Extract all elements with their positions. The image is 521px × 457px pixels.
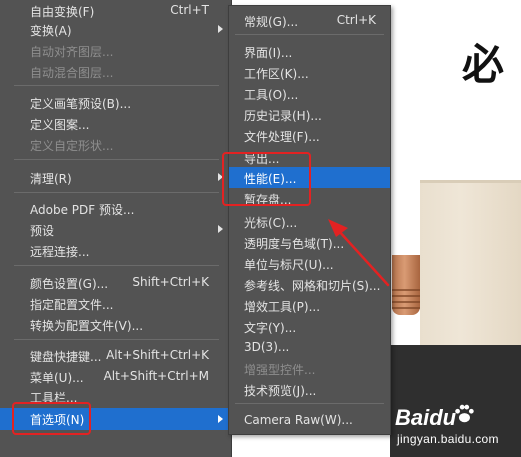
annotation-box-performance [222, 152, 311, 206]
menu-item-label: 增效工具(P)... [244, 300, 321, 314]
menu-item-define-pattern[interactable]: 定义图案... [0, 113, 231, 134]
watermark-url: jingyan.baidu.com [397, 432, 499, 446]
menu-item-shortcut: Alt+Shift+Ctrl+K [106, 348, 209, 362]
menu-item-menus[interactable]: 菜单(U)... Alt+Shift+Ctrl+M [0, 366, 231, 387]
submenu-item-general[interactable]: 常规(G)... Ctrl+K [229, 10, 390, 31]
menu-item-label: 历史记录(H)... [244, 109, 322, 123]
menu-separator [14, 265, 219, 266]
submenu-item-guides-grid-slices[interactable]: 参考线、网格和切片(S)... [229, 274, 390, 295]
menu-item-label: 参考线、网格和切片(S)... [244, 279, 381, 293]
menu-item-assign-profile[interactable]: 指定配置文件... [0, 293, 231, 314]
canvas-beige-area [420, 180, 521, 345]
menu-item-adobe-pdf-presets[interactable]: Adobe PDF 预设... [0, 198, 231, 219]
preferences-submenu: 常规(G)... Ctrl+K 界面(I)... 工作区(K)... 工具(O)… [228, 5, 391, 435]
submenu-item-history[interactable]: 历史记录(H)... [229, 104, 390, 125]
menu-item-define-brush[interactable]: 定义画笔预设(B)... [0, 92, 231, 113]
menu-item-label: 远程连接... [30, 245, 90, 259]
menu-separator [14, 85, 219, 86]
baidu-watermark: Baidu jingyan.baidu.com [395, 404, 513, 450]
submenu-item-transparency-gamut[interactable]: 透明度与色域(T)... [229, 232, 390, 253]
menu-item-label: 自动对齐图层... [30, 45, 114, 59]
submenu-item-file-handling[interactable]: 文件处理(F)... [229, 125, 390, 146]
menu-separator [14, 339, 219, 340]
menu-item-label: 文件处理(F)... [244, 130, 320, 144]
menu-separator [235, 34, 384, 35]
submenu-item-type[interactable]: 文字(Y)... [229, 316, 390, 337]
menu-item-transform[interactable]: 变换(A) [0, 19, 231, 40]
menu-item-label: Camera Raw(W)... [244, 413, 353, 427]
menu-item-label: 定义图案... [30, 118, 90, 132]
submenu-item-units-rulers[interactable]: 单位与标尺(U)... [229, 253, 390, 274]
menu-item-shortcut: Alt+Shift+Ctrl+M [103, 369, 209, 383]
menu-item-label: 常规(G)... [244, 15, 299, 29]
menu-item-label: 定义自定形状... [30, 139, 114, 153]
menu-item-remote-connections[interactable]: 远程连接... [0, 240, 231, 261]
paw-icon [455, 404, 474, 423]
menu-item-label: 菜单(U)... [30, 371, 84, 385]
menu-item-auto-blend-layers: 自动混合图层... [0, 61, 231, 82]
menu-item-define-custom-shape: 定义自定形状... [0, 134, 231, 155]
menu-item-label: 文字(Y)... [244, 321, 297, 335]
menu-item-label: 增强型控件... [244, 363, 316, 377]
menu-separator [14, 159, 219, 160]
menu-item-label: 工具(O)... [244, 88, 299, 102]
menu-separator [14, 192, 219, 193]
menu-separator [235, 403, 384, 404]
submenu-item-plugins[interactable]: 增效工具(P)... [229, 295, 390, 316]
pencil-image [392, 255, 420, 315]
canvas-white-area [420, 0, 521, 200]
menu-item-label: 界面(I)... [244, 46, 293, 60]
menu-item-label: 技术预览(J)... [244, 384, 317, 398]
menu-item-shortcut: Ctrl+T [170, 3, 209, 17]
menu-item-presets[interactable]: 预设 [0, 219, 231, 240]
menu-item-label: 颜色设置(G)... [30, 277, 109, 291]
menu-item-label: 3D(3)... [244, 340, 290, 354]
menu-item-label: 指定配置文件... [30, 298, 114, 312]
menu-item-label: 单位与标尺(U)... [244, 258, 334, 272]
submenu-arrow-icon [218, 225, 223, 233]
menu-item-label: 转换为配置文件(V)... [30, 319, 144, 333]
submenu-item-enhanced-controls: 增强型控件... [229, 358, 390, 379]
menu-item-label: 自由变换(F) [30, 5, 95, 19]
menu-item-free-transform[interactable]: 自由变换(F) Ctrl+T [0, 0, 231, 21]
menu-item-label: 清理(R) [30, 172, 72, 186]
menu-item-shortcut: Shift+Ctrl+K [132, 275, 209, 289]
submenu-item-workspace[interactable]: 工作区(K)... [229, 62, 390, 83]
submenu-item-interface[interactable]: 界面(I)... [229, 41, 390, 62]
menu-item-color-settings[interactable]: 颜色设置(G)... Shift+Ctrl+K [0, 272, 231, 293]
menu-item-label: 定义画笔预设(B)... [30, 97, 132, 111]
submenu-item-technology-previews[interactable]: 技术预览(J)... [229, 379, 390, 400]
menu-item-purge[interactable]: 清理(R) [0, 167, 231, 188]
menu-item-label: 键盘快捷键... [30, 350, 102, 364]
menu-item-label: Adobe PDF 预设... [30, 203, 135, 217]
menu-item-label: 自动混合图层... [30, 66, 114, 80]
menu-item-label: 光标(C)... [244, 216, 298, 230]
menu-item-convert-to-profile[interactable]: 转换为配置文件(V)... [0, 314, 231, 335]
submenu-item-3d[interactable]: 3D(3)... [229, 337, 390, 358]
watermark-logo: Baidu [395, 405, 457, 430]
submenu-arrow-icon [218, 25, 223, 33]
annotation-box-preferences [12, 402, 91, 435]
menu-item-label: 透明度与色域(T)... [244, 237, 345, 251]
menu-item-label: 变换(A) [30, 24, 72, 38]
submenu-item-cursors[interactable]: 光标(C)... [229, 211, 390, 232]
submenu-item-tools[interactable]: 工具(O)... [229, 83, 390, 104]
menu-item-shortcut: Ctrl+K [336, 13, 376, 27]
canvas-art-character: 必 [462, 40, 505, 89]
menu-item-keyboard-shortcuts[interactable]: 键盘快捷键... Alt+Shift+Ctrl+K [0, 345, 231, 366]
edit-menu: 自由变换(F) Ctrl+T 变换(A) 自动对齐图层... 自动混合图层...… [0, 0, 232, 457]
menu-item-auto-align-layers: 自动对齐图层... [0, 40, 231, 61]
submenu-item-camera-raw[interactable]: Camera Raw(W)... [229, 410, 390, 431]
menu-item-label: 预设 [30, 224, 55, 238]
submenu-arrow-icon [218, 415, 223, 423]
menu-item-label: 工作区(K)... [244, 67, 309, 81]
